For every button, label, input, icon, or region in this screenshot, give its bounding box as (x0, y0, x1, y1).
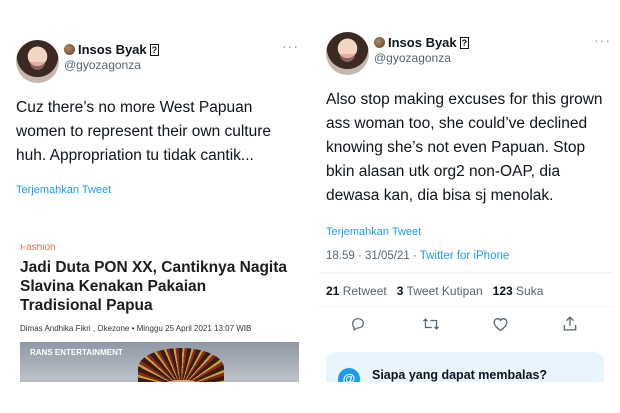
divider (318, 306, 612, 307)
mention-icon: @ (338, 368, 360, 382)
translate-link[interactable]: Terjemahkan Tweet (326, 226, 421, 238)
display-name[interactable]: Insos Byak (78, 42, 147, 57)
tweet-timestamp-line: 18.59 · 31/05/21 · Twitter for iPhone (326, 250, 509, 262)
more-options-icon[interactable]: ··· (594, 32, 611, 48)
tweet-stats: 21 Retweet 3 Tweet Kutipan 123 Suka (326, 284, 543, 298)
article-category: Fashion (20, 244, 56, 253)
article-title: Jadi Duta PON XX, Cantiknya Nagita Slavi… (20, 259, 288, 314)
unknown-glyph-icon: ? (149, 43, 160, 56)
display-name[interactable]: Insos Byak (388, 35, 457, 50)
article-image: RANS ENTERTAINMENT (20, 342, 299, 382)
handle[interactable]: @gyozagonza (64, 58, 141, 72)
tweet-text: Also stop making excuses for this grown … (326, 91, 603, 204)
right-tweet-screenshot: Insos Byak ? @gyozagonza ··· Also stop m… (318, 28, 612, 382)
reply-icon[interactable] (350, 316, 366, 332)
coconut-emoji-icon (374, 37, 385, 48)
left-tweet-screenshot: Insos Byak ? @gyozagonza ··· Cuz there’s… (8, 36, 299, 382)
unknown-glyph-icon: ? (459, 36, 470, 49)
heart-icon[interactable] (492, 316, 509, 332)
avatar[interactable] (326, 32, 369, 75)
likes-stat[interactable]: 123 Suka (493, 284, 544, 298)
translate-link[interactable]: Terjemahkan Tweet (16, 184, 111, 196)
retweets-stat[interactable]: 21 Retweet (326, 284, 387, 298)
article-image-logo: RANS ENTERTAINMENT (30, 348, 123, 357)
avatar[interactable] (16, 40, 59, 83)
reply-restriction-title: Siapa yang dapat membalas? (372, 368, 548, 382)
more-options-icon[interactable]: ··· (282, 38, 299, 54)
reply-restriction-box[interactable]: @ Siapa yang dapat membalas? (326, 352, 604, 382)
author-name-row[interactable]: Insos Byak ? (64, 42, 160, 57)
quotes-stat[interactable]: 3 Tweet Kutipan (397, 284, 483, 298)
share-icon[interactable] (562, 315, 578, 332)
divider (318, 272, 612, 273)
linked-article-card[interactable]: Fashion Jadi Duta PON XX, Cantiknya Nagi… (16, 244, 299, 382)
tweet-time[interactable]: 18.59 · 31/05/21 · (326, 250, 420, 262)
article-meta: Dimas Andhika Fikri , Okezone • Minggu 2… (20, 324, 252, 333)
tweet-source-link[interactable]: Twitter for iPhone (420, 250, 509, 262)
tweet-text: Cuz there’s no more West Papuan women to… (16, 99, 272, 164)
author-name-row[interactable]: Insos Byak ? (374, 35, 470, 50)
coconut-emoji-icon (64, 44, 75, 55)
handle[interactable]: @gyozagonza (374, 51, 451, 65)
retweet-icon[interactable] (422, 316, 440, 332)
headdress-shape (138, 348, 224, 382)
